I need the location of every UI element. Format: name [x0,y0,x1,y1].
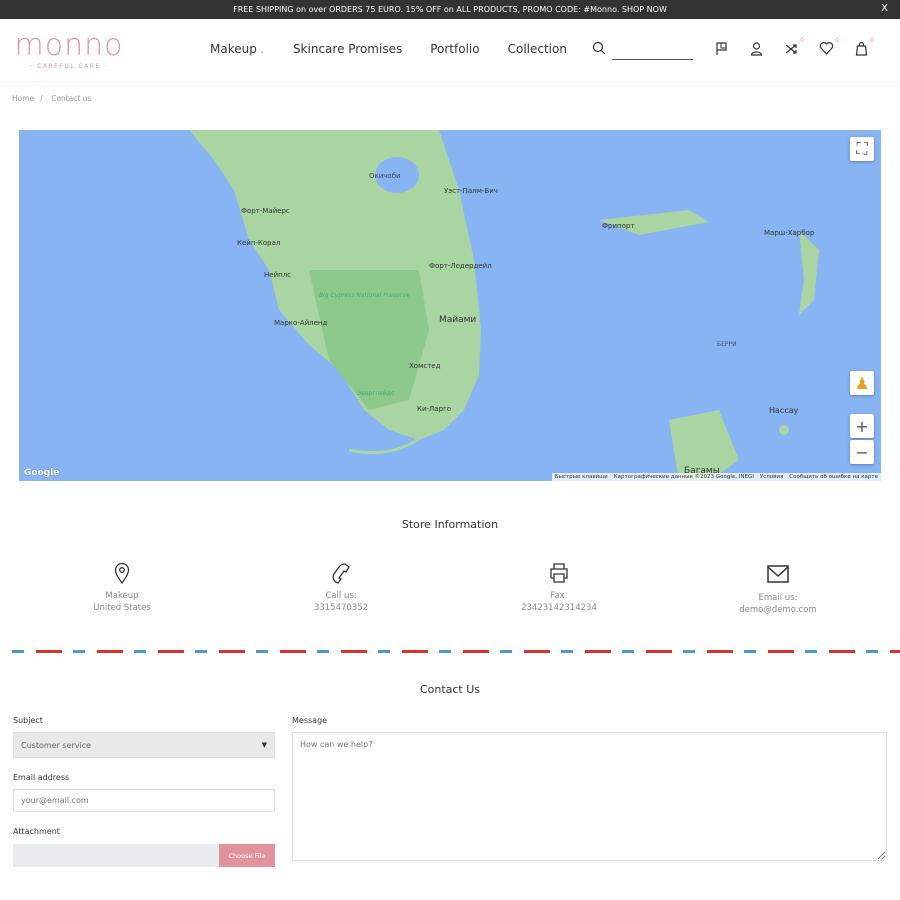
map-label: Нассау [769,406,799,415]
main-nav: Makeup ⌄ Skincare Promises Portfolio Col… [210,42,567,56]
subject-value: Customer service [21,740,92,750]
subject-select[interactable]: Customer service ▼ [13,732,275,758]
compare-button[interactable]: 0 [784,37,804,56]
location-pin-icon [114,562,130,584]
compare-count: 0 [800,37,804,44]
address-line2: United States [93,603,151,613]
breadcrumb-separator: / [40,94,43,103]
bag-icon [855,41,868,56]
search-input[interactable] [612,59,693,60]
abaco [799,230,819,315]
header: monno · CAREFUL CARE · Makeup ⌄ Skincare… [0,19,900,82]
nav-makeup[interactable]: Makeup ⌄ [210,42,265,56]
caret-down-icon: ▼ [261,741,267,749]
nav-skincare-promises[interactable]: Skincare Promises [293,42,402,56]
wishlist-button[interactable]: 0 [819,37,839,56]
choose-file-button[interactable]: Choose File [219,844,275,867]
google-logo[interactable]: Google [24,468,59,478]
map-attribution: Быстрые клавиши Картографические данные … [551,473,881,481]
breadcrumb: Home / Contact us [12,94,97,103]
cart-count: 0 [870,37,874,44]
chevron-down-icon: ⌄ [256,47,265,55]
fax-label: Fax: [550,591,568,601]
logo-tagline: · CAREFUL CARE · [30,63,108,70]
store-phone: Call us: 3315470352 [256,562,426,614]
zoom-out-button[interactable]: − [850,440,874,464]
message-label: Message [292,716,328,725]
airmail-divider [12,650,900,653]
user-icon[interactable] [749,41,764,56]
map-label: Нейплс [264,271,291,279]
attachment-label: Attachment [13,827,60,836]
nav-portfolio[interactable]: Portfolio [430,42,479,56]
nav-collection[interactable]: Collection [508,42,567,56]
map-label: Форт-Майерс [241,207,290,215]
map-label: Форт-Лодердейл [429,262,492,270]
attachment-input[interactable]: Choose File [13,844,275,867]
message-textarea[interactable] [292,732,887,861]
map-label: Фрипорт [602,222,634,230]
report-error-link[interactable]: Сообщить об ошибке на карте [789,474,878,480]
map-label: Кейп-Корал [237,239,280,247]
fullscreen-icon: ⛶ [856,139,868,158]
map-label: Big Cypress National Preserve [319,292,410,299]
logo-name: monno [14,28,124,63]
google-map[interactable]: Форт-Майерс Кейп-Корал Нейплс Марко-Айле… [19,130,881,481]
fullscreen-button[interactable]: ⛶ [850,137,874,161]
store-email: Email us: demo@demo.com [693,562,863,616]
shuffle-icon [785,44,797,54]
contact-us-title: Contact Us [419,683,481,696]
logo[interactable]: monno · CAREFUL CARE · [8,28,130,71]
promo-text: FREE SHIPPING on over ORDERS 75 EURO. 15… [233,5,667,14]
close-promo-button[interactable]: X [881,3,888,14]
email-address[interactable]: demo@demo.com [693,604,863,616]
wishlist-count: 0 [835,37,839,44]
map-label: Эверглейдс [357,390,394,397]
terms-link[interactable]: Условия [760,474,783,480]
store-fax: Fax: 23423142314234 [474,562,644,614]
nav-label: Makeup [210,42,257,56]
minus-icon: − [855,442,869,462]
email-field-label: Email address [13,773,70,782]
heart-icon [819,42,834,55]
map-label: Майами [439,315,476,325]
promo-bar: FREE SHIPPING on over ORDERS 75 EURO. 15… [0,0,900,19]
map-label: Окичоби [369,172,401,180]
map-label: Ки-Ларго [417,405,451,413]
nassau [779,425,789,435]
store-info-title: Store Information [401,518,499,531]
email-field[interactable] [13,789,275,812]
pegman-icon: ♟ [854,373,870,393]
map-label: Марко-Айленд [274,319,328,327]
cart-button[interactable]: 0 [854,37,874,56]
map-data-text: Картографические данные ©2023 Google, IN… [613,474,754,480]
map-label: Уэст-Палм-Бич [444,187,498,195]
email-label: Email us: [758,593,798,603]
breadcrumb-current: Contact us [51,94,92,103]
subject-label: Subject [13,716,43,725]
map-label: Хомстед [409,362,441,370]
zoom-in-button[interactable]: + [850,414,874,438]
flag-icon[interactable] [714,41,729,56]
map-canvas[interactable]: Форт-Майерс Кейп-Корал Нейплс Марко-Айле… [19,130,881,481]
plus-icon: + [855,416,869,436]
search-icon[interactable] [592,41,606,55]
phone-icon [332,563,350,584]
breadcrumb-home[interactable]: Home [12,94,34,103]
everglades-park [309,270,429,410]
keyboard-shortcuts-link[interactable]: Быстрые клавиши [555,474,608,480]
address-line1: Makeup [105,591,139,601]
phone-number[interactable]: 3315470352 [256,602,426,614]
map-label: Марш-Харбор [764,229,815,237]
phone-label: Call us: [325,591,357,601]
map-label: БЕРРИ [717,341,737,348]
fax-number: 23423142314234 [521,603,597,613]
street-view-pegman[interactable]: ♟ [850,371,874,395]
envelope-icon [767,565,789,583]
fax-icon [550,563,568,583]
store-address: Makeup United States [37,562,207,614]
